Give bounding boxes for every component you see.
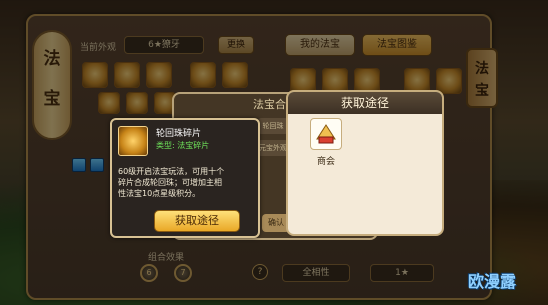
shop-icon — [316, 124, 336, 144]
watermark: 欧漫露 — [468, 272, 517, 291]
get-source-button[interactable]: 获取途径 — [154, 210, 240, 232]
item-desc-line: 性法宝10点星级积分。 — [118, 189, 201, 198]
item-desc-line: 60级开启法宝玩法，可用十个 — [118, 167, 225, 176]
compose-bg-label: 元宝外观 — [258, 140, 288, 156]
item-desc-line: 碎片合成轮回珠；可增加主相 — [118, 178, 222, 187]
shop-source-button[interactable] — [310, 118, 342, 150]
source-popup-title: 获取途径 — [288, 92, 442, 114]
reincarnation-bead-fragment-icon — [118, 126, 148, 156]
shop-source-label: 商会 — [316, 157, 335, 167]
compose-bg-label: 轮回珠 — [258, 118, 288, 134]
item-type: 类型: 法宝碎片 — [156, 141, 210, 150]
item-name: 轮回珠碎片 — [156, 129, 202, 139]
